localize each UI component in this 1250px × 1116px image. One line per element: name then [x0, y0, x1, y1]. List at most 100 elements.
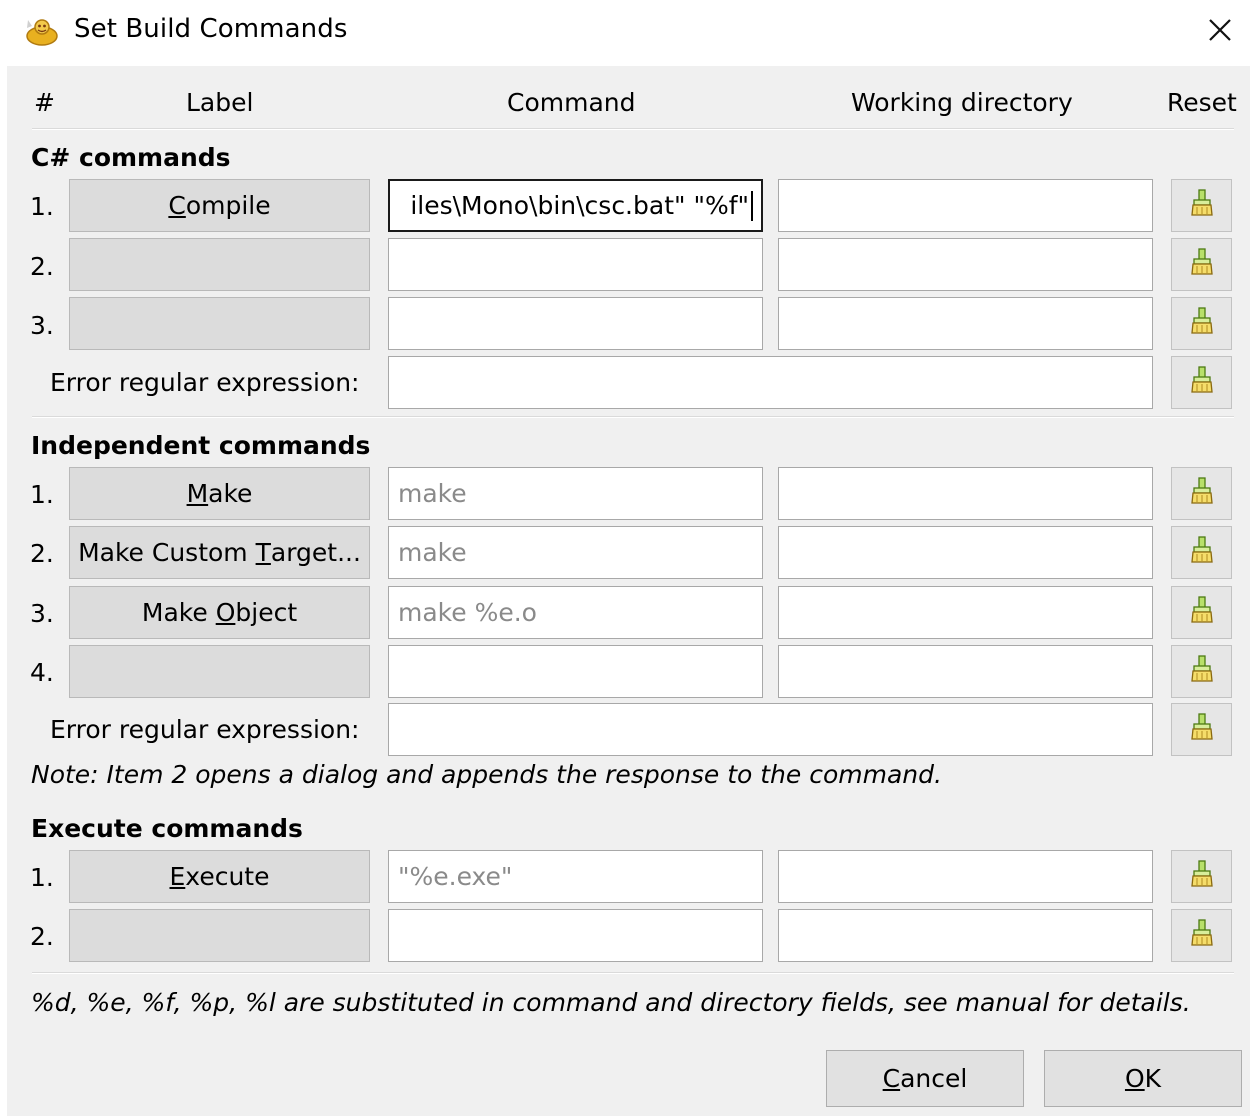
working-directory-field[interactable]: [778, 909, 1153, 962]
error-regex-label: Error regular expression:: [50, 715, 360, 744]
close-icon: [1209, 19, 1231, 41]
row-number: 2.: [30, 539, 54, 568]
button-label: K: [1144, 1064, 1162, 1093]
row-number: 3.: [30, 311, 54, 340]
clear-broom-icon: [1189, 247, 1215, 283]
working-directory-field[interactable]: [778, 586, 1153, 639]
clear-broom-icon: [1189, 188, 1215, 224]
label-text: ompile: [185, 191, 271, 220]
clear-broom-icon: [1189, 859, 1215, 895]
divider: [32, 416, 1234, 418]
label-button-empty[interactable]: [69, 297, 370, 350]
label-button-compile[interactable]: Compile: [69, 179, 370, 232]
header-working-directory: Working directory: [851, 88, 1073, 117]
working-directory-field[interactable]: [778, 467, 1153, 520]
reset-button[interactable]: [1171, 179, 1232, 232]
command-field[interactable]: "%e.exe": [388, 850, 763, 903]
ok-button[interactable]: OK: [1044, 1050, 1242, 1107]
close-button[interactable]: [1196, 6, 1244, 54]
reset-button[interactable]: [1171, 703, 1232, 756]
title-bar: Set Build Commands: [0, 0, 1250, 64]
label-text: Make Custom: [78, 538, 256, 567]
reset-button[interactable]: [1171, 645, 1232, 698]
clear-broom-icon: [1189, 306, 1215, 342]
clear-broom-icon: [1189, 918, 1215, 954]
label-mnemonic: O: [215, 598, 236, 627]
working-directory-field[interactable]: [778, 238, 1153, 291]
clear-broom-icon: [1189, 535, 1215, 571]
header-command: Command: [507, 88, 636, 117]
header-num: #: [34, 88, 55, 117]
section-title-independent: Independent commands: [31, 431, 371, 460]
window-title: Set Build Commands: [74, 14, 348, 44]
row-number: 2.: [30, 922, 54, 951]
reset-button[interactable]: [1171, 586, 1232, 639]
clear-broom-icon: [1189, 365, 1215, 401]
divider: [32, 972, 1234, 974]
section-title-csharp: C# commands: [31, 143, 231, 172]
row-number: 1.: [30, 192, 54, 221]
label-mnemonic: C: [168, 191, 186, 220]
label-button-empty[interactable]: [69, 909, 370, 962]
section-title-execute: Execute commands: [31, 814, 303, 843]
header-label: Label: [186, 88, 254, 117]
cancel-button[interactable]: Cancel: [826, 1050, 1024, 1107]
label-button-make-object[interactable]: Make Object: [69, 586, 370, 639]
clear-broom-icon: [1189, 476, 1215, 512]
label-text: xecute: [185, 862, 270, 891]
working-directory-field[interactable]: [778, 645, 1153, 698]
label-mnemonic: M: [186, 479, 209, 508]
clear-broom-icon: [1189, 654, 1215, 690]
button-mnemonic: C: [882, 1064, 901, 1093]
label-button-empty[interactable]: [69, 645, 370, 698]
command-field[interactable]: [388, 297, 763, 350]
label-text: arget...: [270, 538, 361, 567]
command-field[interactable]: [388, 645, 763, 698]
row-number: 3.: [30, 599, 54, 628]
label-mnemonic: E: [169, 862, 186, 891]
error-regex-field[interactable]: [388, 703, 1153, 756]
reset-button[interactable]: [1171, 850, 1232, 903]
label-text: ake: [208, 479, 253, 508]
row-number: 1.: [30, 863, 54, 892]
row-number: 2.: [30, 252, 54, 281]
geany-genie-icon: [24, 14, 60, 48]
reset-button[interactable]: [1171, 297, 1232, 350]
error-regex-field[interactable]: [388, 356, 1153, 409]
label-text: Make: [141, 598, 216, 627]
working-directory-field[interactable]: [778, 297, 1153, 350]
reset-button[interactable]: [1171, 356, 1232, 409]
button-mnemonic: O: [1124, 1064, 1145, 1093]
command-field[interactable]: [388, 238, 763, 291]
button-label: ancel: [900, 1064, 968, 1093]
row-number: 1.: [30, 480, 54, 509]
command-field[interactable]: [388, 909, 763, 962]
label-button-execute[interactable]: Execute: [69, 850, 370, 903]
reset-button[interactable]: [1171, 238, 1232, 291]
independent-note: Note: Item 2 opens a dialog and appends …: [31, 760, 942, 789]
reset-button[interactable]: [1171, 909, 1232, 962]
label-mnemonic: T: [255, 538, 271, 567]
command-value: iles\Mono\bin\csc.bat" "%f": [410, 191, 749, 220]
error-regex-label: Error regular expression:: [50, 368, 360, 397]
divider: [32, 128, 1234, 130]
command-field[interactable]: make: [388, 467, 763, 520]
row-number: 4.: [30, 658, 54, 687]
working-directory-field[interactable]: [778, 526, 1153, 579]
label-button-make[interactable]: Make: [69, 467, 370, 520]
command-field[interactable]: iles\Mono\bin\csc.bat" "%f": [388, 179, 763, 232]
label-text: bject: [235, 598, 298, 627]
command-field[interactable]: make %e.o: [388, 586, 763, 639]
substitution-note: %d, %e, %f, %p, %l are substituted in co…: [31, 988, 1191, 1017]
reset-button[interactable]: [1171, 526, 1232, 579]
clear-broom-icon: [1189, 712, 1215, 748]
command-field[interactable]: make: [388, 526, 763, 579]
label-button-empty[interactable]: [69, 238, 370, 291]
reset-button[interactable]: [1171, 467, 1232, 520]
label-button-make-custom-target[interactable]: Make Custom Target...: [69, 526, 370, 579]
header-reset: Reset: [1167, 88, 1237, 117]
working-directory-field[interactable]: [778, 179, 1153, 232]
clear-broom-icon: [1189, 595, 1215, 631]
working-directory-field[interactable]: [778, 850, 1153, 903]
text-caret: [751, 190, 753, 221]
